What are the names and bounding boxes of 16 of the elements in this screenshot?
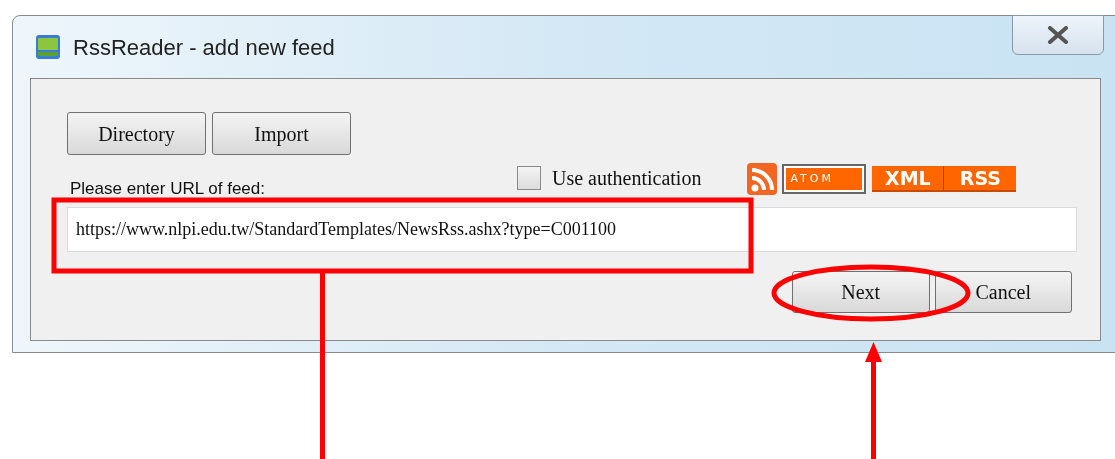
feed-icon (747, 163, 778, 195)
close-icon (1047, 26, 1069, 44)
url-field[interactable]: https://www.nlpi.edu.tw/StandardTemplates/NewsRss.ashx?type=C001100 (67, 207, 1077, 252)
app-icon (35, 34, 61, 60)
checkbox-label: Use authentication (552, 166, 702, 191)
authentication-checkbox[interactable] (517, 166, 541, 190)
close-button[interactable] (1012, 15, 1104, 55)
rss-label: RSS (958, 166, 1002, 190)
toolbar-button[interactable]: Import (212, 112, 351, 155)
window-title: RssReader - add new feed (73, 33, 335, 62)
dialog-button[interactable]: Next (792, 271, 930, 313)
xml-label: XML (872, 166, 945, 190)
toolbar-button[interactable]: Directory (67, 112, 206, 155)
atom-badge: ATOM (784, 166, 865, 192)
url-label: Please enter URL of feed: (70, 177, 265, 200)
dialog-button[interactable]: Cancel (934, 271, 1072, 313)
